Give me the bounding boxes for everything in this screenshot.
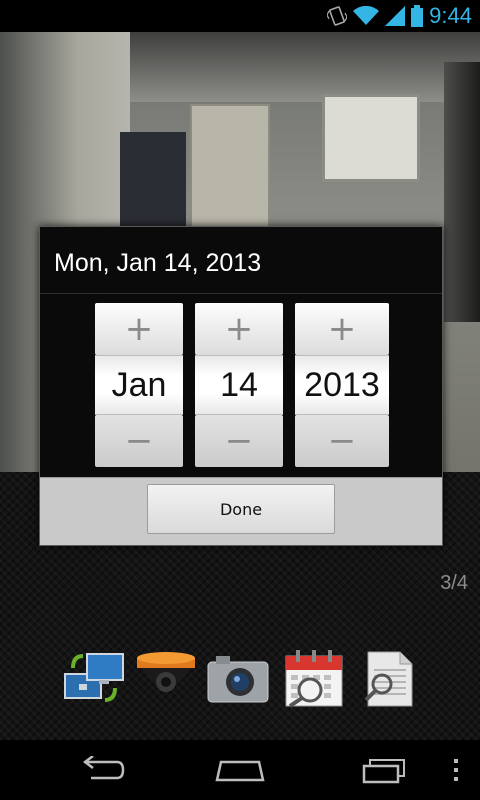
page-indicator: 3/4 (440, 572, 468, 594)
dialog-footer: Done (40, 477, 442, 545)
month-picker: + Jan − (95, 303, 183, 467)
switch-view-icon[interactable] (62, 646, 126, 710)
done-button[interactable]: Done (147, 484, 335, 534)
recent-apps-icon[interactable] (356, 750, 412, 790)
calendar-search-icon[interactable] (282, 646, 346, 710)
phone-vibrate-icon (327, 6, 348, 26)
year-decrement-button[interactable]: − (295, 415, 389, 467)
year-value[interactable]: 2013 (295, 355, 389, 415)
month-value[interactable]: Jan (95, 355, 183, 415)
date-picker-dialog: Mon, Jan 14, 2013 + Jan − + 14 − + 2013 … (39, 226, 443, 546)
camera-edge (444, 62, 480, 322)
signal-icon (385, 6, 406, 26)
day-picker: + 14 − (195, 303, 283, 467)
dialog-divider (40, 293, 442, 294)
wifi-icon (353, 6, 380, 25)
status-icons: 9:44 (327, 0, 472, 32)
month-increment-button[interactable]: + (95, 303, 183, 355)
status-bar: 9:44 (0, 0, 480, 32)
back-icon[interactable] (72, 750, 130, 790)
menu-icon[interactable] (446, 750, 466, 790)
dialog-title: Mon, Jan 14, 2013 (54, 249, 262, 277)
navigation-bar (0, 740, 480, 800)
document-search-icon[interactable] (356, 646, 420, 710)
dome-camera-icon[interactable] (134, 646, 198, 710)
year-increment-button[interactable]: + (295, 303, 389, 355)
home-icon[interactable] (212, 750, 268, 790)
year-picker: + 2013 − (295, 303, 389, 467)
day-decrement-button[interactable]: − (195, 415, 283, 467)
bottom-toolbar (0, 640, 480, 716)
day-value[interactable]: 14 (195, 355, 283, 415)
snapshot-camera-icon[interactable] (206, 646, 270, 710)
battery-icon (411, 5, 424, 27)
month-decrement-button[interactable]: − (95, 415, 183, 467)
day-increment-button[interactable]: + (195, 303, 283, 355)
camera-whiteboard (322, 94, 420, 182)
status-clock: 9:44 (429, 3, 472, 28)
